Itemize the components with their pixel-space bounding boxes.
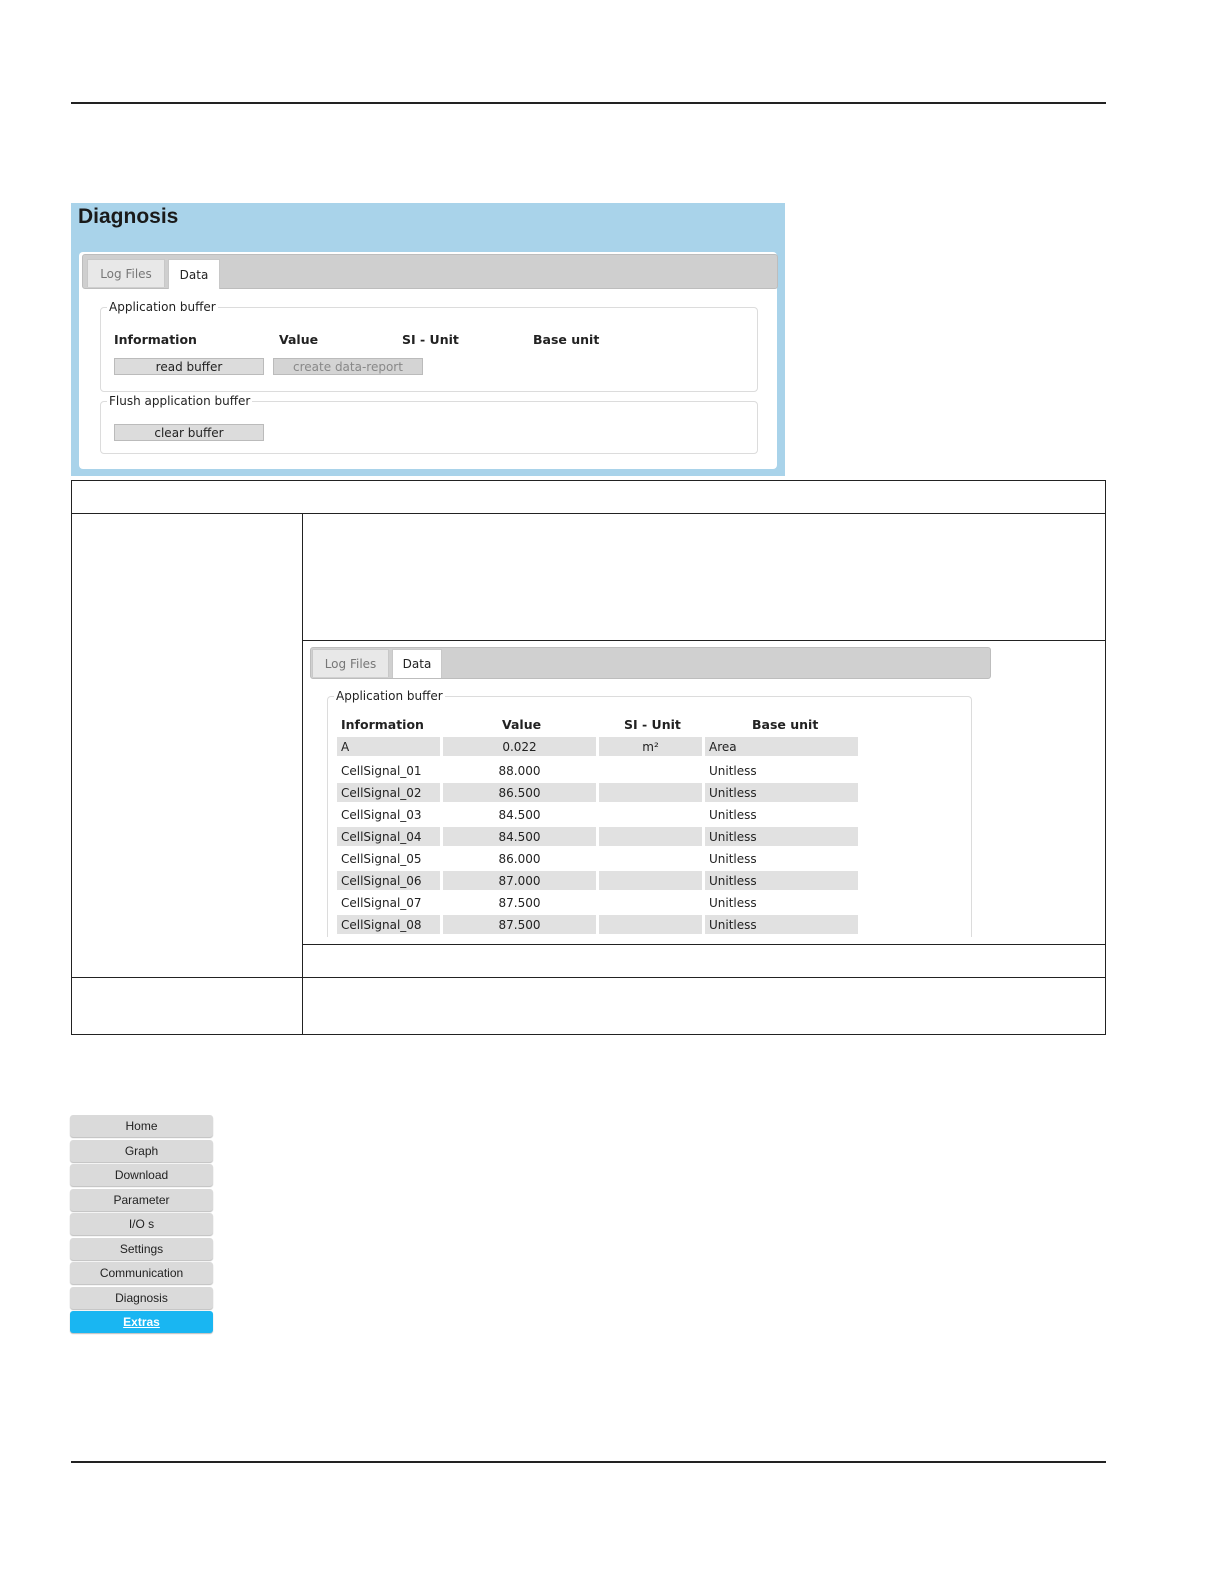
nav-item-graph[interactable]: Graph xyxy=(70,1139,213,1162)
cell-information: CellSignal_03 xyxy=(341,807,422,822)
header-information: Information xyxy=(341,717,424,732)
cell-base-unit: Area xyxy=(705,737,858,756)
cell-value: 84.500 xyxy=(443,827,596,846)
nav-item-diagnosis[interactable]: Diagnosis xyxy=(70,1286,213,1309)
read-buffer-button[interactable]: read buffer xyxy=(114,358,264,375)
header-value: Value xyxy=(279,332,319,347)
diagnosis-panel: Diagnosis Log Files Data Application buf… xyxy=(71,203,785,476)
cell-information: CellSignal_02 xyxy=(337,783,440,802)
cell-si-unit xyxy=(599,893,702,912)
footer-rule xyxy=(71,1461,1106,1463)
cell-si-unit: m² xyxy=(599,737,702,756)
cell-si-unit xyxy=(599,827,702,846)
nav-item-settings[interactable]: Settings xyxy=(70,1237,213,1260)
cell-value: 84.500 xyxy=(498,807,541,822)
table-row-divider xyxy=(71,513,1106,514)
cell-value: 87.500 xyxy=(498,895,541,910)
header-rule xyxy=(71,102,1106,104)
cell-si-unit xyxy=(599,849,702,868)
header-base-unit: Base unit xyxy=(752,717,819,732)
nav-item-i-o-s[interactable]: I/O s xyxy=(70,1213,213,1235)
cell-information: CellSignal_07 xyxy=(341,895,422,910)
table-border-top xyxy=(71,480,1106,481)
cell-value: 87.500 xyxy=(443,915,596,934)
nav-item-parameter[interactable]: Parameter xyxy=(70,1188,213,1211)
table-border-left xyxy=(71,480,72,1035)
header-value: Value xyxy=(502,717,542,732)
cell-information: CellSignal_04 xyxy=(337,827,440,846)
table-column-divider xyxy=(302,513,303,1035)
application-buffer-legend: Application buffer xyxy=(336,689,443,703)
nav-item-communication[interactable]: Communication xyxy=(70,1262,213,1284)
cell-base-unit: Unitless xyxy=(705,827,858,846)
clear-buffer-button[interactable]: clear buffer xyxy=(114,424,264,441)
table-row-divider xyxy=(302,944,1106,945)
application-buffer-legend: Application buffer xyxy=(109,300,216,314)
table-border-bottom xyxy=(71,1034,1106,1035)
header-base-unit: Base unit xyxy=(533,332,600,347)
cell-value: 86.000 xyxy=(498,851,541,866)
table-row-divider xyxy=(71,977,1106,978)
cell-base-unit: Unitless xyxy=(709,763,757,778)
tab-log-files[interactable]: Log Files xyxy=(312,649,389,677)
nav-item-download[interactable]: Download xyxy=(70,1164,213,1186)
cell-base-unit: Unitless xyxy=(705,783,858,802)
table-border-right xyxy=(1105,480,1106,1035)
header-information: Information xyxy=(114,332,197,347)
panel-body: Log Files Data Application buffer Inform… xyxy=(79,252,778,469)
cell-information: CellSignal_05 xyxy=(341,851,422,866)
tab-data[interactable]: Data xyxy=(168,259,220,289)
tab-bar: Log Files Data xyxy=(82,254,778,289)
nav-item-home[interactable]: Home xyxy=(70,1115,213,1137)
cell-si-unit xyxy=(599,783,702,802)
tab-log-files[interactable]: Log Files xyxy=(87,259,165,287)
cell-si-unit xyxy=(599,915,702,934)
cell-si-unit xyxy=(599,761,702,780)
cell-information: CellSignal_06 xyxy=(337,871,440,890)
cell-value: 88.000 xyxy=(498,763,541,778)
cell-base-unit: Unitless xyxy=(705,915,858,934)
cell-base-unit: Unitless xyxy=(709,851,757,866)
nav-item-extras[interactable]: Extras xyxy=(70,1311,213,1333)
header-si-unit: SI - Unit xyxy=(624,717,681,732)
data-tab-bar: Log Files Data xyxy=(310,647,991,679)
cell-value: 0.022 xyxy=(443,737,596,756)
cell-si-unit xyxy=(599,871,702,890)
cell-information: CellSignal_01 xyxy=(341,763,422,778)
header-si-unit: SI - Unit xyxy=(402,332,459,347)
create-data-report-button[interactable]: create data-report xyxy=(273,358,423,375)
cell-base-unit: Unitless xyxy=(709,895,757,910)
flush-buffer-legend: Flush application buffer xyxy=(109,394,251,408)
table-row-divider xyxy=(302,640,1106,641)
cell-base-unit: Unitless xyxy=(709,807,757,822)
cell-base-unit: Unitless xyxy=(705,871,858,890)
cell-si-unit xyxy=(599,805,702,824)
cell-information: CellSignal_08 xyxy=(337,915,440,934)
cell-information: A xyxy=(337,737,440,756)
panel-title: Diagnosis xyxy=(78,205,179,228)
tab-data[interactable]: Data xyxy=(392,649,442,678)
cell-value: 87.000 xyxy=(443,871,596,890)
cell-value: 86.500 xyxy=(443,783,596,802)
